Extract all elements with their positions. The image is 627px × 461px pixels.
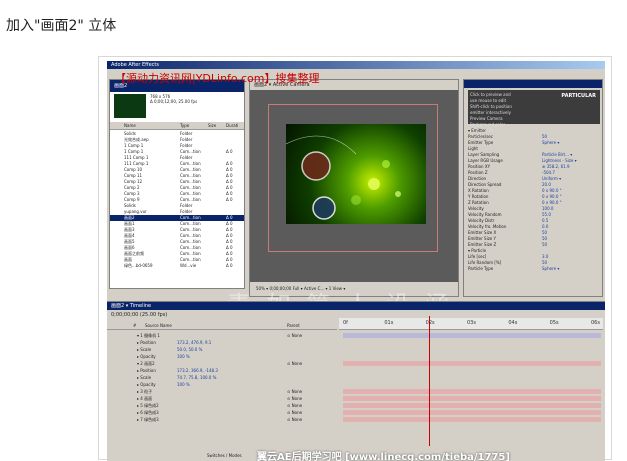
layer-label: ▸ 7 绿色成3 (137, 417, 159, 422)
ruler-tick-label: 04s (508, 320, 518, 326)
current-time-indicator[interactable] (429, 316, 430, 446)
ruler-tick-label: 02s (425, 320, 435, 326)
particular-logo: PARTICULAR (561, 93, 596, 99)
timeline-layer-row[interactable]: ▸ Opacity 100 % (107, 381, 605, 388)
layer-duration-bar[interactable] (343, 417, 601, 422)
ruler-tick-label: 05s (549, 320, 559, 326)
layer-label: ▾ 1 摄像机 1 (137, 333, 160, 338)
layer-value[interactable]: 100 % (177, 353, 190, 360)
ruler-tick-label: 01s (384, 320, 394, 326)
timeline-layer-row[interactable]: ▸ Scale 50.0, 50.0 % (107, 346, 605, 353)
effect-parameter-row[interactable]: Particle Type Sphere ▾ (468, 266, 600, 272)
project-item-dur: Δ 0 (226, 263, 233, 268)
layer-value[interactable]: 173.2, 366.9, -148.3 (177, 367, 218, 374)
particular-banner[interactable]: PARTICULAR Click to preview and use mouse… (468, 90, 600, 139)
layer-duration-bar[interactable] (343, 333, 601, 338)
bottom-watermark: 翼云AE后期学习吧 [www.linecg.com/tieba/1775] (257, 452, 510, 461)
col-size[interactable]: Size (208, 122, 216, 130)
time-ruler[interactable]: 0f 01s 02s 03s 04s 05s 06s (339, 318, 603, 330)
col-name[interactable]: Name (124, 122, 136, 130)
layer-label: ▸ Opacity (137, 382, 156, 387)
effect-controls-header[interactable] (464, 80, 602, 88)
layer-duration-bar[interactable] (343, 403, 601, 408)
project-item-name: 绿色...bd-0659 (124, 263, 153, 268)
col-source-name[interactable]: Source Name (145, 322, 172, 330)
timeline-layer-row[interactable]: ▸ 4 画面 ⊙ None (107, 395, 605, 402)
layer-parent: ⊙ None (287, 410, 303, 415)
project-columns: Name Type Size Durati (110, 122, 244, 130)
page-heading: 加入"画面2" 立体 (6, 18, 117, 34)
ruler-tick-label: 03s (467, 320, 476, 326)
comp-info: 768 x 576 Δ 0;00;12;00, 25.00 fps (150, 94, 197, 104)
screenshot-frame: Adobe After Effects 画面2 768 x 576 Δ 0;00… (98, 56, 612, 461)
timeline-layer-row[interactable]: ▸ 7 绿色成3 ⊙ None (107, 416, 605, 423)
layer-parent: ⊙ None (287, 403, 303, 408)
timeline-tab[interactable]: 画面2 ▾ Timeline (107, 302, 605, 310)
after-effects-window: Adobe After Effects 画面2 768 x 576 Δ 0;00… (107, 61, 605, 461)
project-item-list: Solids Folder 光效合成.aep Folder 1 Comp 1 Folder… (110, 131, 244, 269)
timeline-layer-row[interactable]: ▸ 5 绿色成2 ⊙ None (107, 402, 605, 409)
col-layer-number: # (133, 323, 137, 328)
layer-parent: ⊙ None (287, 333, 303, 338)
layer-label: ▸ 5 绿色成2 (137, 403, 159, 408)
layer-label: ▾ 2 画面2 (137, 361, 155, 366)
comp-duration: Δ 0;00;12;00, 25.00 fps (150, 99, 198, 104)
ruler-tick-label: 0f (343, 320, 348, 326)
layer-label: ▸ Scale (137, 347, 152, 352)
layer-duration-bar[interactable] (343, 389, 601, 394)
comp-canvas[interactable] (285, 124, 426, 224)
current-time[interactable]: 0;00;00;00 (25.00 fps) (111, 312, 167, 318)
layer-label: ▸ 6 绿色成3 (137, 410, 159, 415)
effect-parameter-list: ▾ Emitter Particles/sec 50 Emitter Type Sp… (468, 128, 600, 272)
layer-value[interactable]: 100 % (177, 381, 190, 388)
layer-value[interactable]: 74.7, 75.8, 100.0 % (177, 374, 216, 381)
parameter-name: Particle Type (468, 266, 494, 271)
window-titlebar: Adobe After Effects (107, 61, 605, 69)
layer-duration-bar[interactable] (343, 410, 601, 415)
col-duration[interactable]: Durati (226, 122, 238, 130)
timeline-layer-row[interactable]: ▸ 6 绿色成3 ⊙ None (107, 409, 605, 416)
timeline-layer-row[interactable]: ▸ Opacity 100 % (107, 353, 605, 360)
source-watermark: 【源动力资讯网|YDLinfo.com】搜集整理 (115, 72, 320, 85)
timeline-panel: 画面2 ▾ Timeline 0;00;00;00 (25.00 fps) # … (107, 301, 605, 461)
comp-thumbnail (114, 94, 146, 118)
layer-label: ▸ Scale (137, 375, 152, 380)
timeline-layer-list: ▾ 1 摄像机 1 ⊙ None ▸ Position 173.2, 476.9, … (107, 332, 605, 423)
timeline-columns: # Source Name Parent (107, 322, 337, 330)
layer-label: ▸ 4 画面 (137, 396, 153, 401)
layer-parent: ⊙ None (287, 417, 303, 422)
ruler-tick-label: 06s (591, 320, 600, 326)
layer-value[interactable]: 50.0, 50.0 % (177, 346, 202, 353)
layer-label: ▸ 3 粒子 (137, 389, 153, 394)
timeline-layer-row[interactable]: ▸ Scale 74.7, 75.8, 100.0 % (107, 374, 605, 381)
timeline-layer-row[interactable]: ▸ Position 173.2, 476.9, 9.1 (107, 339, 605, 346)
timeline-layer-row[interactable]: ▸ Position 173.2, 366.9, -148.3 (107, 367, 605, 374)
layer-parent: ⊙ None (287, 396, 303, 401)
col-parent[interactable]: Parent (287, 322, 300, 330)
effect-controls-panel: PARTICULAR Click to preview and use mouse… (463, 79, 603, 297)
project-item-type: Wd...vie (180, 263, 197, 268)
timeline-layer-row[interactable]: ▾ 2 画面2 ⊙ None (107, 360, 605, 367)
project-item[interactable]: 绿色...bd-0659 Wd...vie Δ 0 (110, 263, 244, 269)
layer-parent: ⊙ None (287, 389, 303, 394)
layer-label: ▸ Position (137, 368, 156, 373)
layer-parent: ⊙ None (287, 361, 303, 366)
timeline-layer-row[interactable]: ▾ 1 摄像机 1 ⊙ None (107, 332, 605, 339)
layer-duration-bar[interactable] (343, 396, 601, 401)
layer-label: ▸ Position (137, 340, 156, 345)
parameter-value[interactable]: Sphere ▾ (542, 266, 559, 272)
layer-duration-bar[interactable] (343, 361, 601, 366)
composition-viewer: 画面2 ▾ Active Camera 50% ▾ 0;00;00;00 Ful… (249, 79, 459, 297)
col-type[interactable]: Type (180, 122, 189, 130)
timeline-layer-row[interactable]: ▸ 3 粒子 ⊙ None (107, 388, 605, 395)
layer-value[interactable]: 173.2, 476.9, 9.1 (177, 339, 211, 346)
particle-orbs (285, 135, 401, 220)
layer-label: ▸ Opacity (137, 354, 156, 359)
project-panel: 画面2 768 x 576 Δ 0;00;12;00, 25.00 fps Na… (109, 79, 245, 289)
